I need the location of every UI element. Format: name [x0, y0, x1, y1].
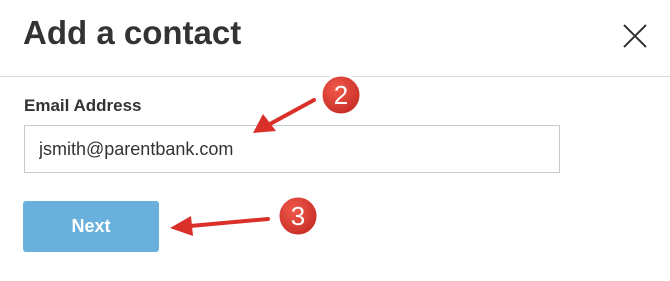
dialog-header: Add a contact — [0, 0, 670, 77]
email-address-input[interactable] — [24, 125, 560, 173]
dialog-title: Add a contact — [23, 14, 242, 51]
add-contact-dialog: Add a contact Email Address Next — [0, 0, 670, 281]
next-button[interactable]: Next — [23, 201, 159, 252]
close-x-icon — [623, 24, 647, 48]
close-button[interactable] — [620, 21, 650, 51]
email-address-label: Email Address — [24, 96, 142, 115]
